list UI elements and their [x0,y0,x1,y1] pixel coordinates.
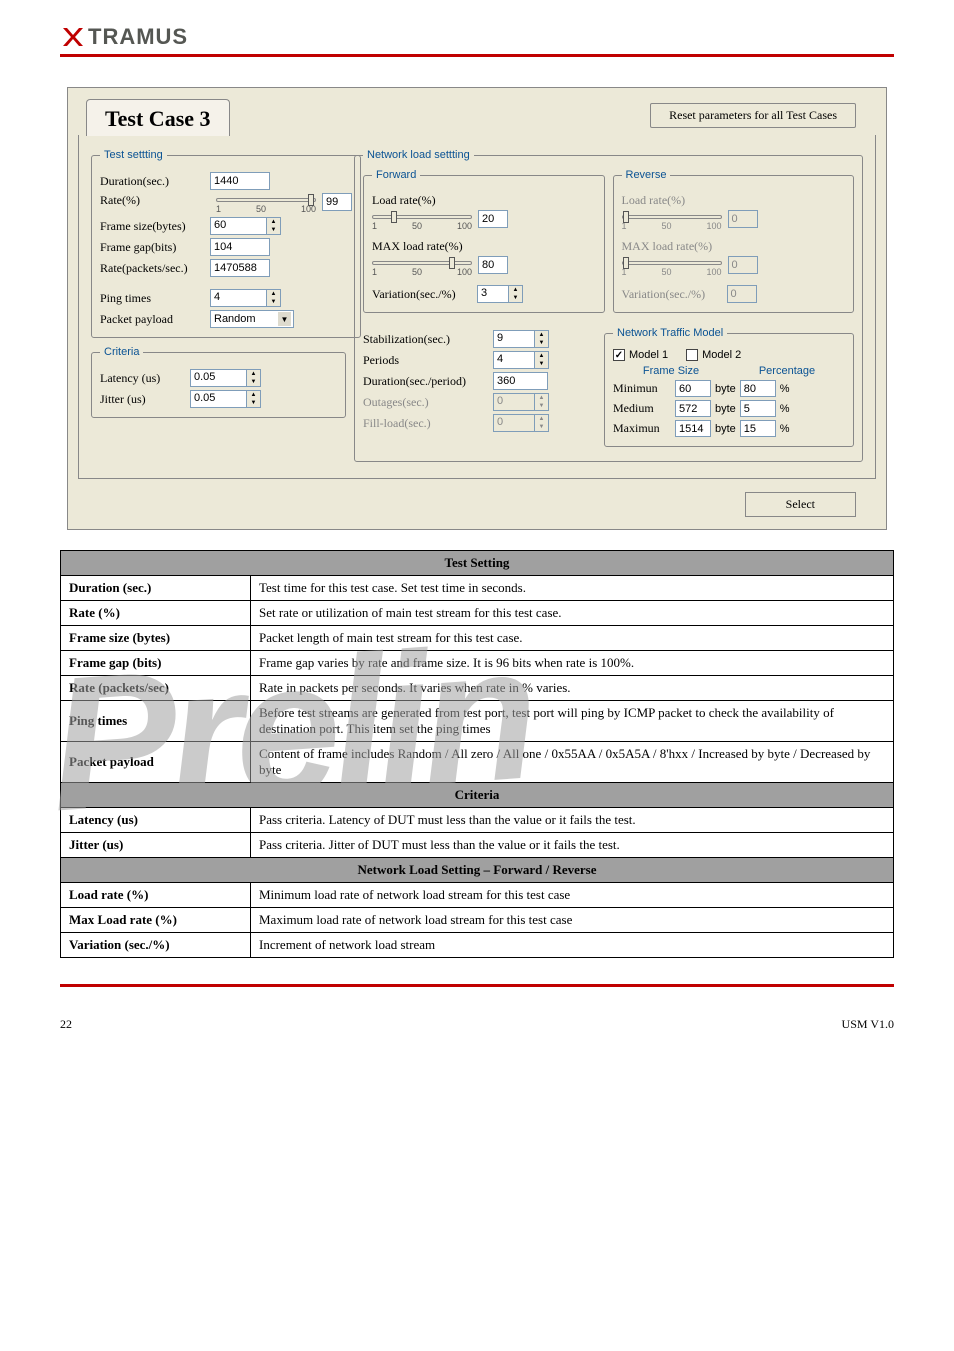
med-byte-field[interactable]: 572 [675,400,711,417]
min-byte-field[interactable]: 60 [675,380,711,397]
payload-dropdown[interactable]: Random▼ [210,310,294,328]
latency-label: Latency (us) [100,371,190,386]
criteria-group: Criteria Latency (us) 0.05▲▼ Jitter (us)… [91,346,346,418]
ping-label: Ping times [100,291,210,306]
med-pct-field[interactable]: 5 [740,400,776,417]
model1-checkbox[interactable]: ✓Model 1 [613,349,668,361]
frame-size-stepper[interactable]: 60▲▼ [210,217,281,235]
rate-label: Rate(%) [100,193,210,208]
fwd-max-value[interactable]: 80 [478,256,508,274]
section-network-load: Network Load Setting – Forward / Reverse [61,858,894,883]
frame-gap-field[interactable]: 104 [210,238,270,256]
test-setting-group: Test settting Duration(sec.)1440 Rate(%)… [91,149,361,338]
section-criteria: Criteria [61,783,894,808]
jitter-stepper[interactable]: 0.05▲▼ [190,390,261,408]
rate-value[interactable]: 99 [322,193,352,211]
duration-field[interactable]: 1440 [210,172,270,190]
forward-group: Forward Load rate(%) 150100 20 MAX load … [363,169,605,313]
duration-label: Duration(sec.) [100,174,210,189]
rate-pps-label: Rate(packets/sec.) [100,261,210,276]
max-pct-field[interactable]: 15 [740,420,776,437]
rev-max-slider: 150100 [622,256,722,277]
latency-stepper[interactable]: 0.05▲▼ [190,369,261,387]
traffic-model-group: Network Traffic Model ✓Model 1 Model 2 F… [604,327,854,447]
doc-version: USM V1.0 [842,1017,894,1032]
network-load-legend: Network load settting [363,149,474,161]
stabilization-stepper[interactable]: 9▲▼ [493,330,549,348]
page-number: 22 [60,1017,72,1032]
reverse-group: Reverse Load rate(%) 150100 0 MAX load r… [613,169,855,313]
reset-button[interactable]: Reset parameters for all Test Cases [650,103,856,128]
min-pct-field[interactable]: 80 [740,380,776,397]
model2-checkbox[interactable]: Model 2 [686,349,741,361]
fill-load-stepper: 0▲▼ [493,414,549,432]
max-byte-field[interactable]: 1514 [675,420,711,437]
frame-gap-label: Frame gap(bits) [100,240,210,255]
rate-slider[interactable]: 150100 [216,193,316,214]
select-button[interactable]: Select [745,492,856,517]
brand-x-icon [60,25,84,49]
rev-load-slider: 150100 [622,210,722,231]
config-screenshot: Test Case 3 Reset parameters for all Tes… [67,87,887,530]
fwd-load-value[interactable]: 20 [478,210,508,228]
brand-logo: TRAMUS [60,24,894,50]
header-rule [60,54,894,57]
page-footer: 22 USM V1.0 [60,1017,894,1032]
footer-rule [60,984,894,987]
network-load-group: Network load settting Forward Load rate(… [354,149,863,462]
periods-stepper[interactable]: 4▲▼ [493,351,549,369]
parameters-table: Test Setting Duration (sec.)Test time fo… [60,550,894,958]
fwd-max-slider[interactable]: 150100 [372,256,472,277]
section-test-setting: Test Setting [61,551,894,576]
chevron-down-icon: ▼ [278,312,291,326]
ping-stepper[interactable]: 4▲▼ [210,289,281,307]
payload-label: Packet payload [100,312,210,327]
jitter-label: Jitter (us) [100,392,190,407]
fwd-load-slider[interactable]: 150100 [372,210,472,231]
test-setting-legend: Test settting [100,149,167,161]
frame-size-label: Frame size(bytes) [100,219,210,234]
outages-stepper: 0▲▼ [493,393,549,411]
criteria-legend: Criteria [100,346,143,358]
brand-text: TRAMUS [88,24,188,50]
rate-pps-field[interactable]: 1470588 [210,259,270,277]
tab-test-case-3[interactable]: Test Case 3 [86,99,230,136]
dur-period-field[interactable]: 360 [493,372,548,390]
fwd-variation-stepper[interactable]: 3▲▼ [477,285,523,303]
